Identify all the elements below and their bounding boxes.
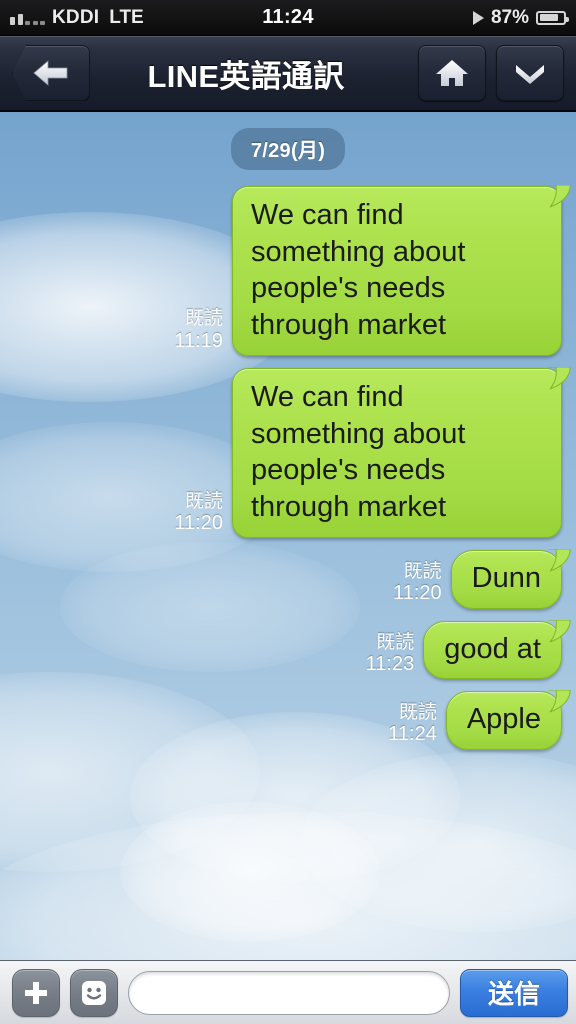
send-button[interactable]: 送信 — [460, 968, 568, 1017]
chat-background: 7/29(月) 既読 11:19 We can find something a… — [0, 112, 576, 960]
back-button[interactable] — [12, 45, 90, 101]
read-receipt-label: 既読 — [403, 561, 442, 583]
read-receipt-label: 既読 — [398, 702, 437, 724]
date-label: 7/29(月) — [230, 128, 346, 170]
read-receipt-label: 既読 — [184, 308, 223, 330]
read-receipt-label: 既読 — [184, 490, 223, 512]
play-triangle-icon — [472, 10, 484, 25]
message-bubble[interactable]: Apple — [445, 690, 571, 750]
message-meta: 既読 11:20 — [393, 561, 442, 605]
message-timestamp: 11:24 — [388, 723, 437, 746]
read-receipt-label: 既読 — [376, 631, 415, 653]
plus-icon — [25, 981, 47, 1004]
message-meta: 既読 11:19 — [174, 308, 223, 352]
message-timestamp: 11:19 — [174, 329, 223, 352]
bubble-tail-icon — [548, 549, 574, 579]
smiley-face-icon — [82, 980, 106, 1005]
chevron-down-icon — [516, 65, 544, 84]
bubble-tail-icon — [548, 367, 574, 397]
message-row: 既読 11:20 Dunn — [14, 549, 571, 609]
battery-icon — [536, 10, 569, 25]
carrier-label: KDDI — [52, 6, 100, 28]
message-list[interactable]: 7/29(月) 既読 11:19 We can find something a… — [0, 112, 576, 960]
page-title: LINE英語通訳 — [147, 58, 345, 94]
message-row: 既読 11:20 We can find something about peo… — [14, 367, 571, 539]
phone-screen: KDDI LTE 11:24 87% LINE英語通訳 7/29(月) 既読 1… — [0, 0, 576, 1024]
bubble-tail-icon — [548, 185, 574, 215]
message-row: 既読 11:23 good at — [14, 619, 571, 680]
emoji-button[interactable] — [70, 968, 118, 1017]
message-row: 既読 11:19 We can find something about peo… — [14, 185, 571, 357]
collapse-button[interactable] — [496, 45, 564, 101]
network-type-label: LTE — [109, 6, 144, 28]
bubble-tail-icon — [548, 619, 574, 650]
battery-percent-label: 87% — [490, 6, 529, 28]
status-bar-left: KDDI LTE — [10, 7, 144, 29]
arrow-left-icon — [33, 60, 68, 86]
message-bubble[interactable]: We can find something about people's nee… — [232, 367, 571, 539]
message-row: 既読 11:24 Apple — [14, 690, 571, 750]
home-button[interactable] — [418, 45, 486, 101]
date-separator: 7/29(月) — [14, 128, 562, 170]
message-meta: 既読 11:20 — [174, 491, 223, 535]
navigation-bar: LINE英語通訳 — [0, 36, 576, 112]
message-timestamp: 11:20 — [174, 511, 223, 534]
message-bubble[interactable]: Dunn — [450, 549, 571, 609]
message-timestamp: 11:23 — [365, 652, 415, 675]
message-timestamp: 11:20 — [393, 582, 442, 605]
message-input-bar: 送信 — [0, 960, 576, 1024]
status-bar: KDDI LTE 11:24 87% — [0, 0, 576, 36]
message-meta: 既読 11:24 — [388, 702, 437, 746]
signal-bars-icon — [10, 11, 45, 25]
message-bubble[interactable]: We can find something about people's nee… — [232, 185, 571, 357]
message-bubble[interactable]: good at — [423, 619, 571, 680]
add-attachment-button[interactable] — [12, 968, 60, 1017]
message-meta: 既読 11:23 — [366, 632, 415, 676]
bubble-tail-icon — [548, 690, 574, 720]
home-icon — [436, 60, 468, 86]
status-bar-right: 87% — [472, 6, 569, 29]
navbar-actions — [418, 45, 564, 101]
message-input[interactable] — [128, 970, 450, 1015]
